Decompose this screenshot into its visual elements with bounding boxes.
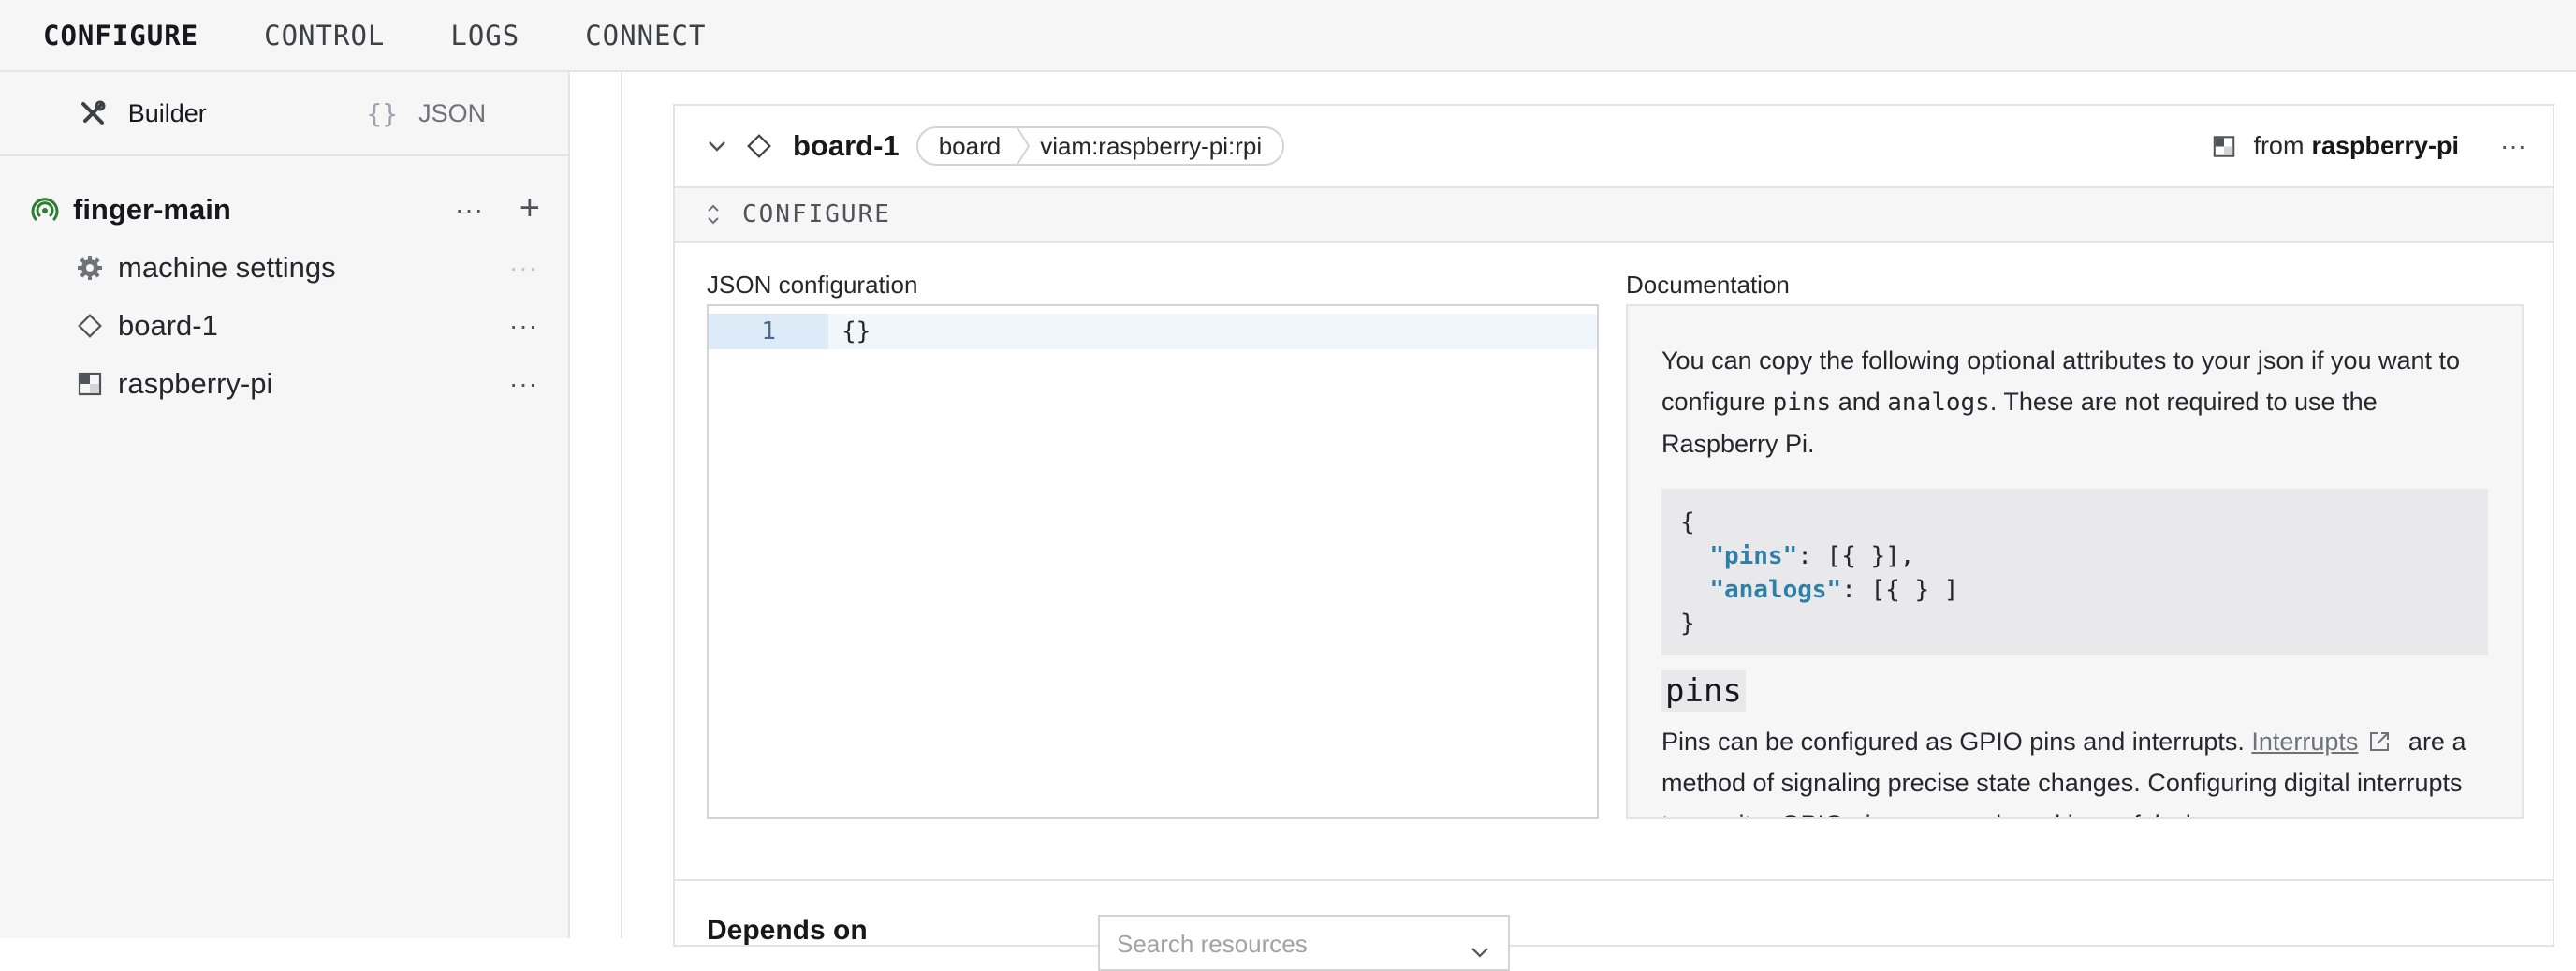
resource-card: board-1 board viam:raspberry-pi:rpi from (673, 104, 2554, 971)
section-title: CONFIGURE (742, 200, 891, 228)
search-resources-dropdown[interactable]: Search resources (1098, 915, 1510, 971)
doc-intro: You can copy the following optional attr… (1661, 340, 2488, 464)
code-close-brace: } (1680, 610, 1695, 638)
tree-item-board-1[interactable]: board-1 ··· (0, 297, 568, 355)
chip-separator (1016, 128, 1031, 164)
card-header: board-1 board viam:raspberry-pi:rpi from (675, 106, 2553, 188)
code-analogs-value: : [{ } ] (1841, 576, 1959, 604)
tree-root-finger-main[interactable]: finger-main ··· + (0, 181, 568, 239)
tree-item-raspberry-pi[interactable]: raspberry-pi ··· (0, 355, 568, 413)
resource-type-chip: board viam:raspberry-pi:rpi (915, 126, 1285, 166)
root-menu-button[interactable]: ··· (455, 195, 484, 225)
collapse-card-button[interactable] (703, 140, 731, 153)
json-config-label: JSON configuration (707, 271, 918, 299)
nav-control[interactable]: CONTROL (264, 20, 385, 51)
configure-section-header[interactable]: CONFIGURE (675, 188, 2553, 243)
doc-pins-paragraph: Pins can be configured as GPIO pins and … (1661, 721, 2488, 817)
doc-intro-and: and (1831, 388, 1888, 416)
chip-type: board (938, 131, 1002, 160)
gear-icon (75, 253, 105, 283)
external-link-icon[interactable] (2367, 729, 2392, 754)
builder-mode-label: Builder (127, 98, 207, 127)
doc-code-pins: pins (1772, 389, 1832, 417)
documentation-panel: You can copy the following optional attr… (1626, 304, 2524, 819)
tools-icon (78, 98, 108, 128)
from-source[interactable]: raspberry-pi (2311, 132, 2459, 161)
module-source: from raspberry-pi (2212, 132, 2459, 161)
board-1-label: board-1 (118, 309, 218, 342)
depends-on-title: Depends on (707, 915, 868, 946)
doc-pins-text-1: Pins can be configured as GPIO pins and … (1661, 728, 2252, 756)
module-icon (75, 369, 105, 399)
code-pins-key: "pins" (1709, 542, 1798, 570)
diamond-icon (75, 311, 105, 341)
json-editor[interactable]: 1 {} (707, 304, 1599, 819)
tree-root-label: finger-main (73, 193, 231, 226)
interrupts-link[interactable]: Interrupts (2251, 728, 2358, 756)
code-pins-value: : [{ }], (1797, 542, 1915, 570)
main-panel: board-1 board viam:raspberry-pi:rpi from (572, 72, 2576, 971)
code-open-brace: { (1680, 508, 1695, 537)
machine-settings-menu-button[interactable]: ··· (509, 253, 538, 283)
builder-mode-tab[interactable]: Builder (0, 72, 285, 154)
module-icon (2212, 134, 2236, 158)
collapse-icon (705, 201, 722, 228)
documentation-label: Documentation (1626, 271, 1790, 299)
resource-tree: finger-main ··· + machine settings ··· b… (0, 156, 568, 413)
add-resource-button[interactable]: + (520, 189, 540, 229)
json-mode-label: JSON (418, 98, 487, 127)
doc-heading-pins: pins (1661, 670, 1746, 712)
from-prefix: from (2253, 131, 2305, 160)
nav-configure[interactable]: CONFIGURE (43, 20, 198, 51)
json-mode-tab[interactable]: {} JSON (285, 72, 569, 154)
chip-model: viam:raspberry-pi:rpi (1040, 131, 1263, 160)
tree-item-machine-settings[interactable]: machine settings ··· (0, 239, 568, 297)
chevron-down-icon (709, 141, 725, 152)
diamond-icon (744, 131, 774, 161)
machine-settings-label: machine settings (118, 251, 336, 284)
depends-on-section: Depends on Search resources (675, 879, 2553, 971)
chevron-down-icon (1471, 935, 1489, 964)
sidebar: Builder {} JSON finger-main ··· + machin… (0, 72, 570, 938)
board-1-menu-button[interactable]: ··· (509, 311, 538, 341)
raspberry-pi-menu-button[interactable]: ··· (509, 369, 538, 399)
top-navigation: CONFIGURE CONTROL LOGS CONNECT (0, 0, 2576, 72)
nav-connect[interactable]: CONNECT (585, 20, 706, 51)
braces-icon: {} (366, 97, 399, 129)
card-menu-button[interactable]: ··· (2500, 131, 2526, 161)
doc-code-analogs: analogs (1887, 389, 1990, 417)
mode-switcher: Builder {} JSON (0, 72, 568, 156)
signal-icon (30, 195, 60, 225)
code-analogs-key: "analogs" (1709, 576, 1842, 604)
editor-code: {} (842, 317, 871, 346)
raspberry-pi-label: raspberry-pi (118, 367, 273, 400)
divider (621, 72, 622, 938)
line-number: 1 (709, 314, 828, 349)
resource-name[interactable]: board-1 (793, 129, 900, 163)
nav-logs[interactable]: LOGS (450, 20, 520, 51)
search-resources-placeholder: Search resources (1117, 930, 1308, 958)
doc-code-block: { "pins": [{ }], "analogs": [{ } ] } (1661, 489, 2488, 655)
editor-line: 1 {} (709, 314, 1597, 349)
